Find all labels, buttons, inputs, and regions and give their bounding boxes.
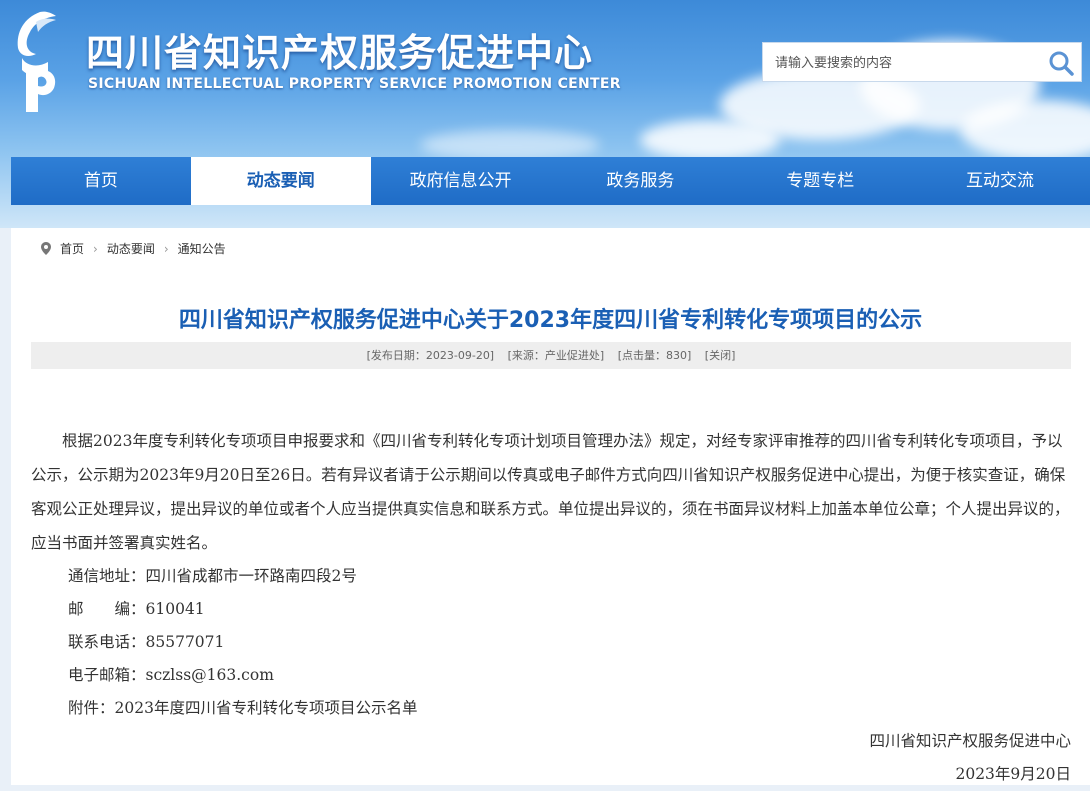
breadcrumb-home[interactable]: 首页 [60, 240, 84, 257]
article-meta: [发布日期：2023-09-20] [来源：产业促进处] [点击量：830] [… [31, 342, 1071, 369]
breadcrumb-notices[interactable]: 通知公告 [178, 240, 226, 257]
site-subtitle: SICHUAN INTELLECTUAL PROPERTY SERVICE PR… [88, 76, 621, 92]
nav-item-services[interactable]: 政务服务 [550, 157, 730, 205]
search-icon[interactable] [1047, 49, 1075, 77]
article-source: [来源：产业促进处] [507, 349, 605, 362]
nav-item-topics[interactable]: 专题专栏 [730, 157, 910, 205]
sign-date: 2023年9月20日 [955, 765, 1071, 783]
cipp-logo-icon [17, 11, 57, 112]
nav-item-home[interactable]: 首页 [11, 157, 191, 205]
contact-address: 通信地址：四川省成都市一环路南四段2号 [68, 567, 357, 585]
publish-date: [发布日期：2023-09-20] [366, 349, 495, 362]
chevron-right-icon: › [163, 241, 169, 256]
signature: 四川省知识产权服务促进中心 [869, 732, 1071, 750]
search-input[interactable] [773, 52, 1047, 74]
contact-postcode: 邮 编：610041 [68, 600, 205, 618]
nav-item-gov-info[interactable]: 政府信息公开 [371, 157, 551, 205]
site-title: 四川省知识产权服务促进中心 [86, 31, 594, 75]
click-count: [点击量：830] [617, 349, 692, 362]
breadcrumb-news[interactable]: 动态要闻 [107, 240, 155, 257]
nav-item-news[interactable]: 动态要闻 [190, 157, 371, 205]
chevron-right-icon: › [93, 241, 98, 256]
close-link[interactable]: [关闭] [705, 349, 736, 362]
article-body: 根据2023年度专利转化专项项目申报要求和《四川省专利转化专项计划项目管理办法》… [31, 424, 1071, 791]
nav-item-interaction[interactable]: 互动交流 [910, 157, 1090, 205]
contact-email: 电子邮箱：sczlss@163.com [68, 666, 274, 684]
contact-phone: 联系电话：85577071 [68, 633, 225, 651]
breadcrumb: 首页 › 动态要闻 › 通知公告 [41, 240, 226, 257]
main-nav: 首页 动态要闻 政府信息公开 政务服务 专题专栏 互动交流 [11, 157, 1090, 205]
article-title: 四川省知识产权服务促进中心关于2023年度四川省专利转化专项项目的公示 [178, 308, 923, 333]
attachment-link[interactable]: 附件：2023年度四川省专利转化专项项目公示名单 [31, 692, 1071, 725]
location-pin-icon [41, 242, 51, 255]
content-panel: 首页 › 动态要闻 › 通知公告 四川省知识产权服务促进中心关于2023年度四川… [11, 228, 1090, 785]
search-box [762, 42, 1082, 82]
article-paragraph: 根据2023年度专利转化专项项目申报要求和《四川省专利转化专项计划项目管理办法》… [31, 432, 1070, 552]
